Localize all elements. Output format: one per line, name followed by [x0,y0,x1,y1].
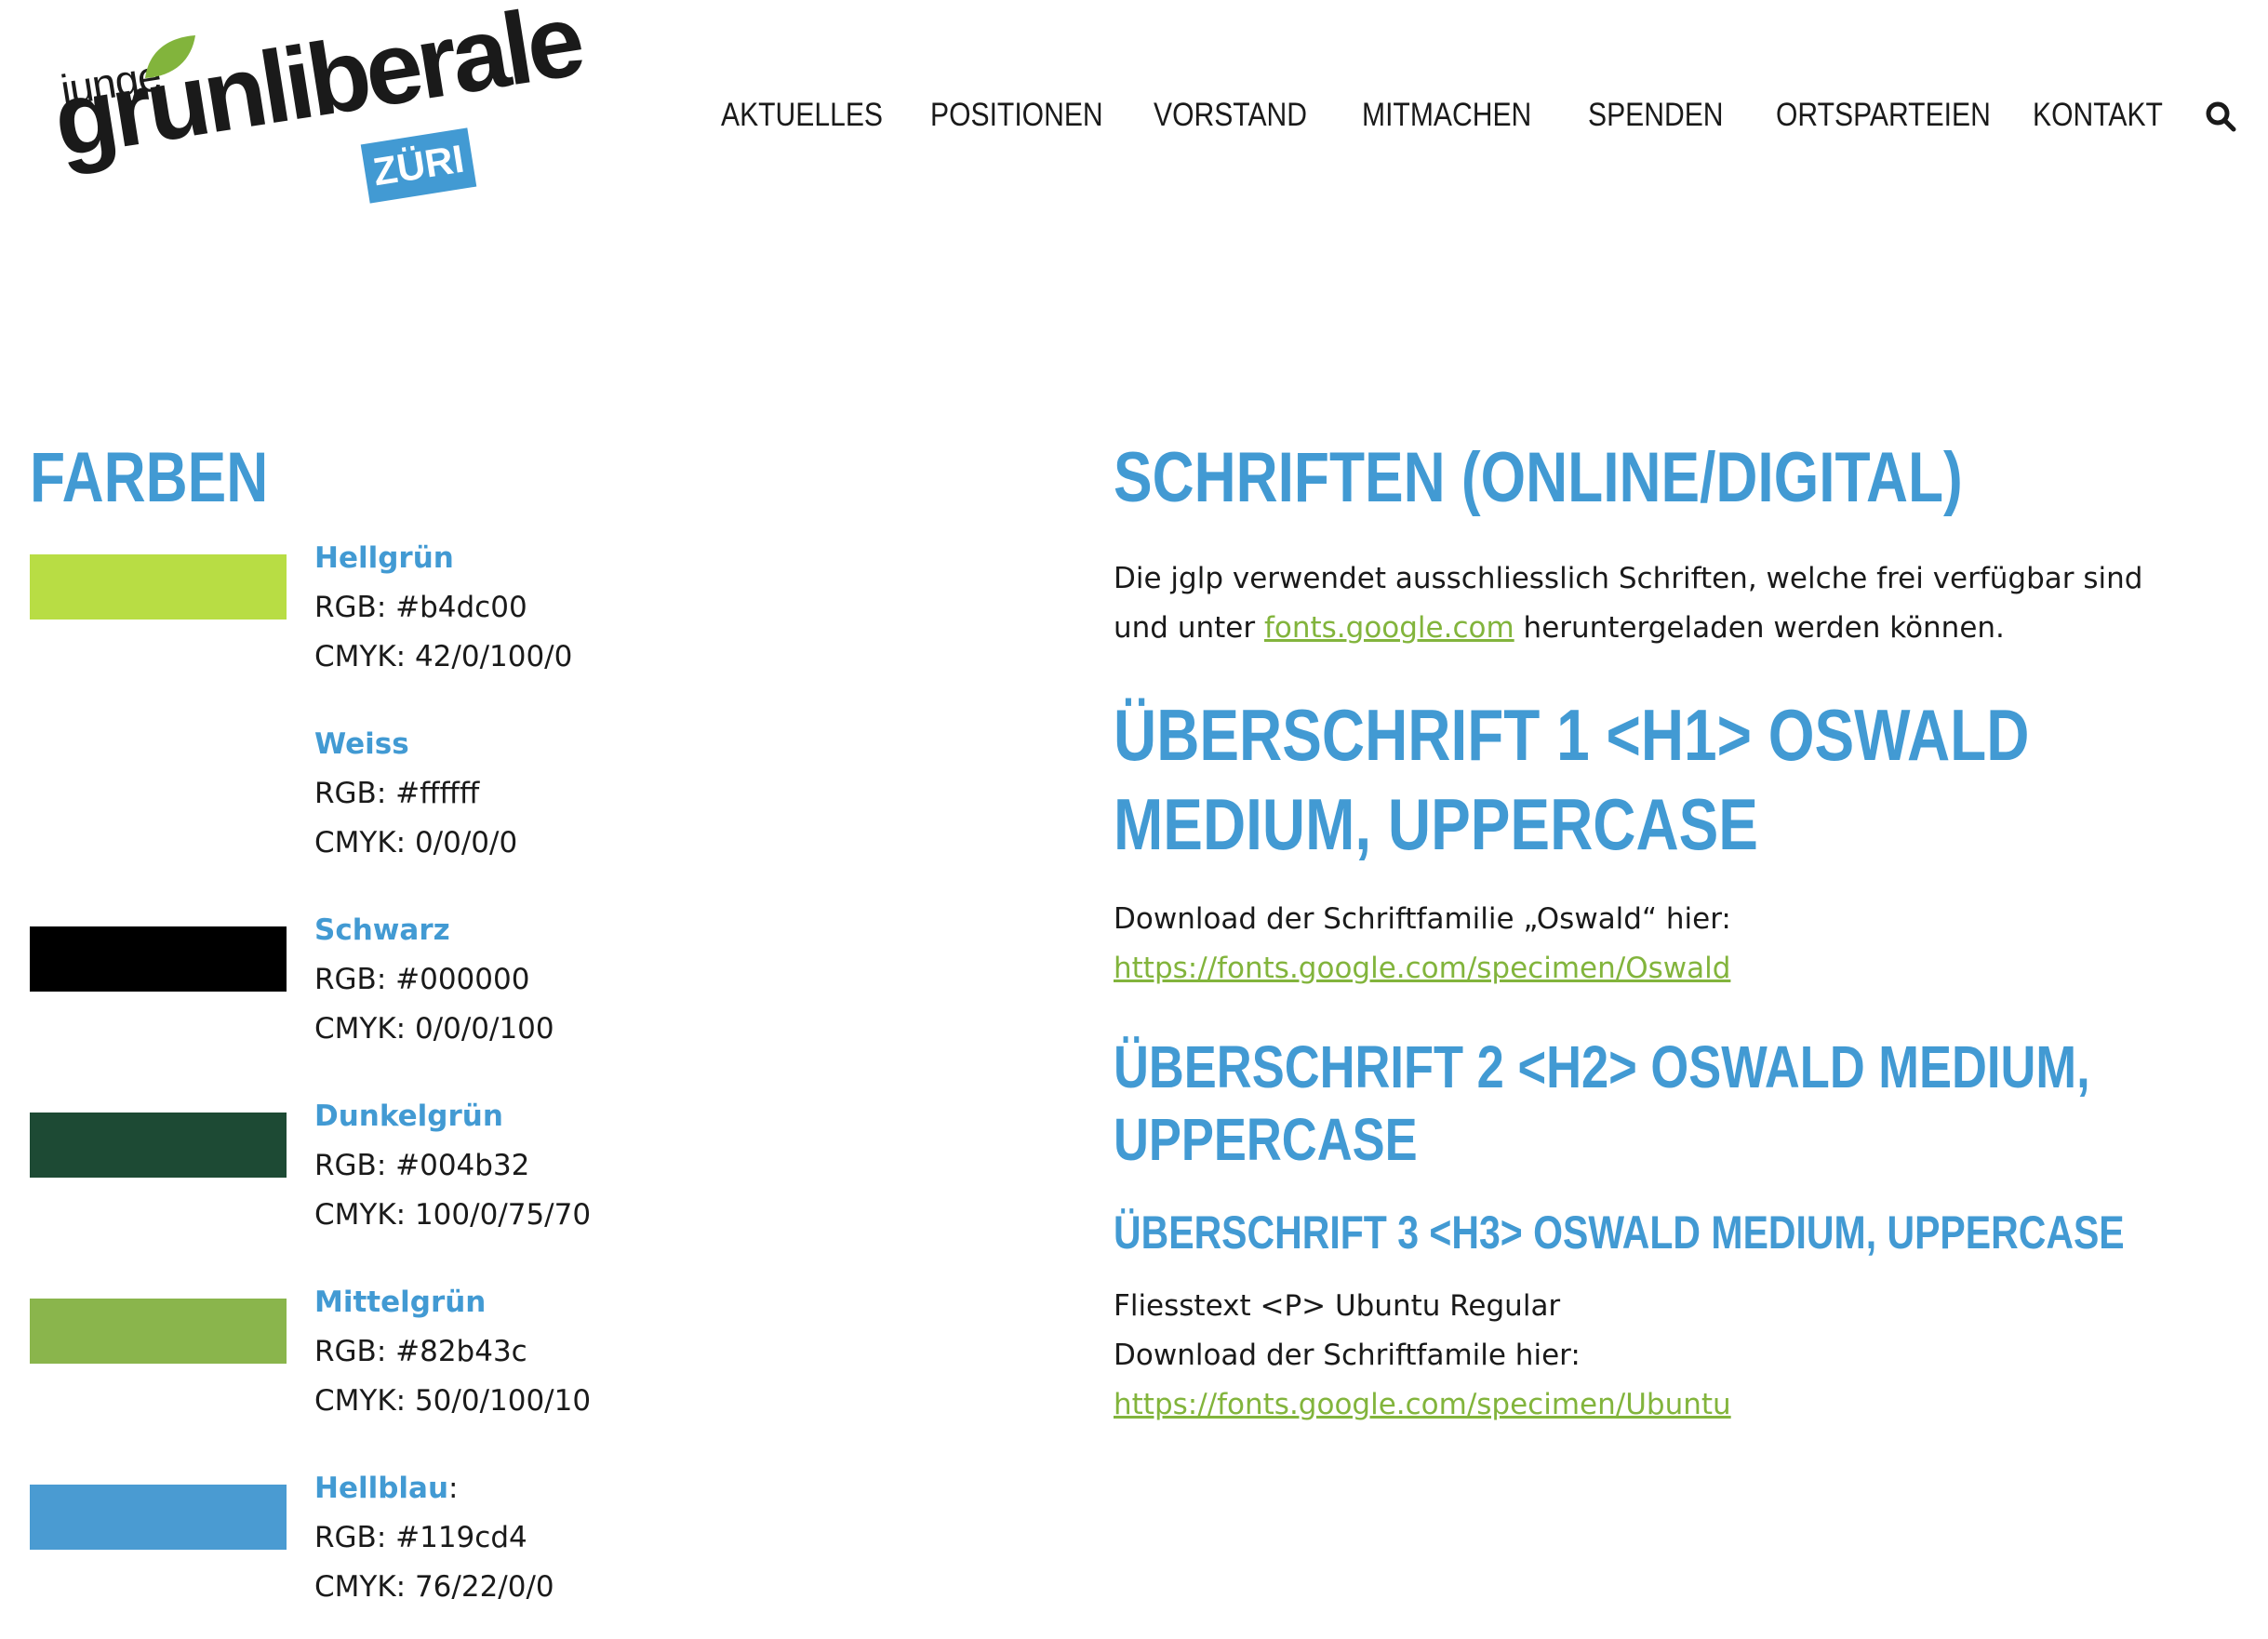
color-name: Weiss [314,727,409,761]
schriften-heading: SCHRIFTEN (ONLINE/DIGITAL) [1114,438,1963,517]
nav-item-ortsparteien[interactable]: ORTSPARTEIEN [1776,97,1991,134]
oswald-link[interactable]: https://fonts.google.com/specimen/Oswald [1114,952,1730,985]
p-demo-text: Fliesstext <P> Ubuntu Regular [1114,1289,1561,1323]
ubuntu-link[interactable]: https://fonts.google.com/specimen/Ubuntu [1114,1388,1731,1421]
color-name: Dunkelgrün [314,1099,503,1133]
nav-item-kontakt[interactable]: KONTAKT [2033,97,2163,134]
oswald-download-block: Download der Schriftfamilie „Oswald“ hie… [1114,895,1731,993]
color-cmyk: CMYK: 50/0/100/10 [314,1384,592,1418]
color-info: Hellgrün RGB: #b4dc00 CMYK: 42/0/100/0 [314,534,572,682]
h1-demo-heading: ÜBERSCHRIFT 1 <H1> OSWALD MEDIUM, UPPERC… [1114,694,2030,865]
color-cmyk: CMYK: 76/22/0/0 [314,1570,554,1604]
color-swatch [30,1299,287,1364]
color-name: Hellgrün [314,541,454,575]
color-swatch [30,926,287,992]
color-rgb: RGB: #ffffff [314,777,480,810]
color-name: Mittelgrün [314,1286,487,1319]
color-swatch [30,740,287,806]
color-info: Weiss RGB: #ffffff CMYK: 0/0/0/0 [314,720,517,868]
color-rgb: RGB: #000000 [314,963,530,996]
schriften-intro: Die jglp verwendet ausschliesslich Schri… [1114,554,2202,653]
color-name: Schwarz [314,913,450,947]
oswald-download-text: Download der Schriftfamilie „Oswald“ hie… [1114,902,1731,936]
nav-item-vorstand[interactable]: VORSTAND [1154,97,1307,134]
color-cmyk: CMYK: 100/0/75/70 [314,1198,592,1232]
color-swatch [30,554,287,620]
farben-heading: FARBEN [30,438,269,517]
intro-text-b: heruntergeladen werden können. [1514,611,2005,645]
color-swatch [30,1485,287,1550]
logo-wordmark: grunliberale [46,0,588,179]
nav-item-positionen[interactable]: POSITIONEN [930,97,1103,134]
color-rgb: RGB: #119cd4 [314,1521,527,1554]
nav-item-mitmachen[interactable]: MITMACHEN [1362,97,1531,134]
site-logo[interactable]: junge grunliberale ZÜRI [47,0,588,208]
color-rgb: RGB: #82b43c [314,1335,527,1368]
color-rgb: RGB: #b4dc00 [314,591,527,624]
color-cmyk: CMYK: 42/0/100/0 [314,640,573,673]
logo-badge: ZÜRI [360,127,477,204]
color-name-suffix: : [448,1472,459,1505]
search-icon[interactable] [2205,100,2236,132]
color-name: Hellblau [314,1472,449,1505]
h2-demo-heading: ÜBERSCHRIFT 2 <H2> OSWALD MEDIUM, UPPERC… [1114,1033,2090,1173]
nav-item-spenden[interactable]: SPENDEN [1588,97,1724,134]
fonts-google-link[interactable]: fonts.google.com [1264,611,1514,645]
color-cmyk: CMYK: 0/0/0/100 [314,1012,554,1046]
color-info: Schwarz RGB: #000000 CMYK: 0/0/0/100 [314,906,554,1054]
ubuntu-download-text: Download der Schriftfamile hier: [1114,1339,1581,1372]
color-swatch [30,1113,287,1178]
color-info: Dunkelgrün RGB: #004b32 CMYK: 100/0/75/70 [314,1092,591,1240]
color-rgb: RGB: #004b32 [314,1149,530,1182]
color-cmyk: CMYK: 0/0/0/0 [314,826,518,859]
color-info: Mittelgrün RGB: #82b43c CMYK: 50/0/100/10 [314,1278,591,1426]
color-info: Hellblau: RGB: #119cd4 CMYK: 76/22/0/0 [314,1464,554,1612]
ubuntu-download-block: Fliesstext <P> Ubuntu Regular Download d… [1114,1282,1731,1430]
h3-demo-heading: ÜBERSCHRIFT 3 <H3> OSWALD MEDIUM, UPPERC… [1114,1206,2125,1259]
nav-item-aktuelles[interactable]: AKTUELLES [721,97,883,134]
